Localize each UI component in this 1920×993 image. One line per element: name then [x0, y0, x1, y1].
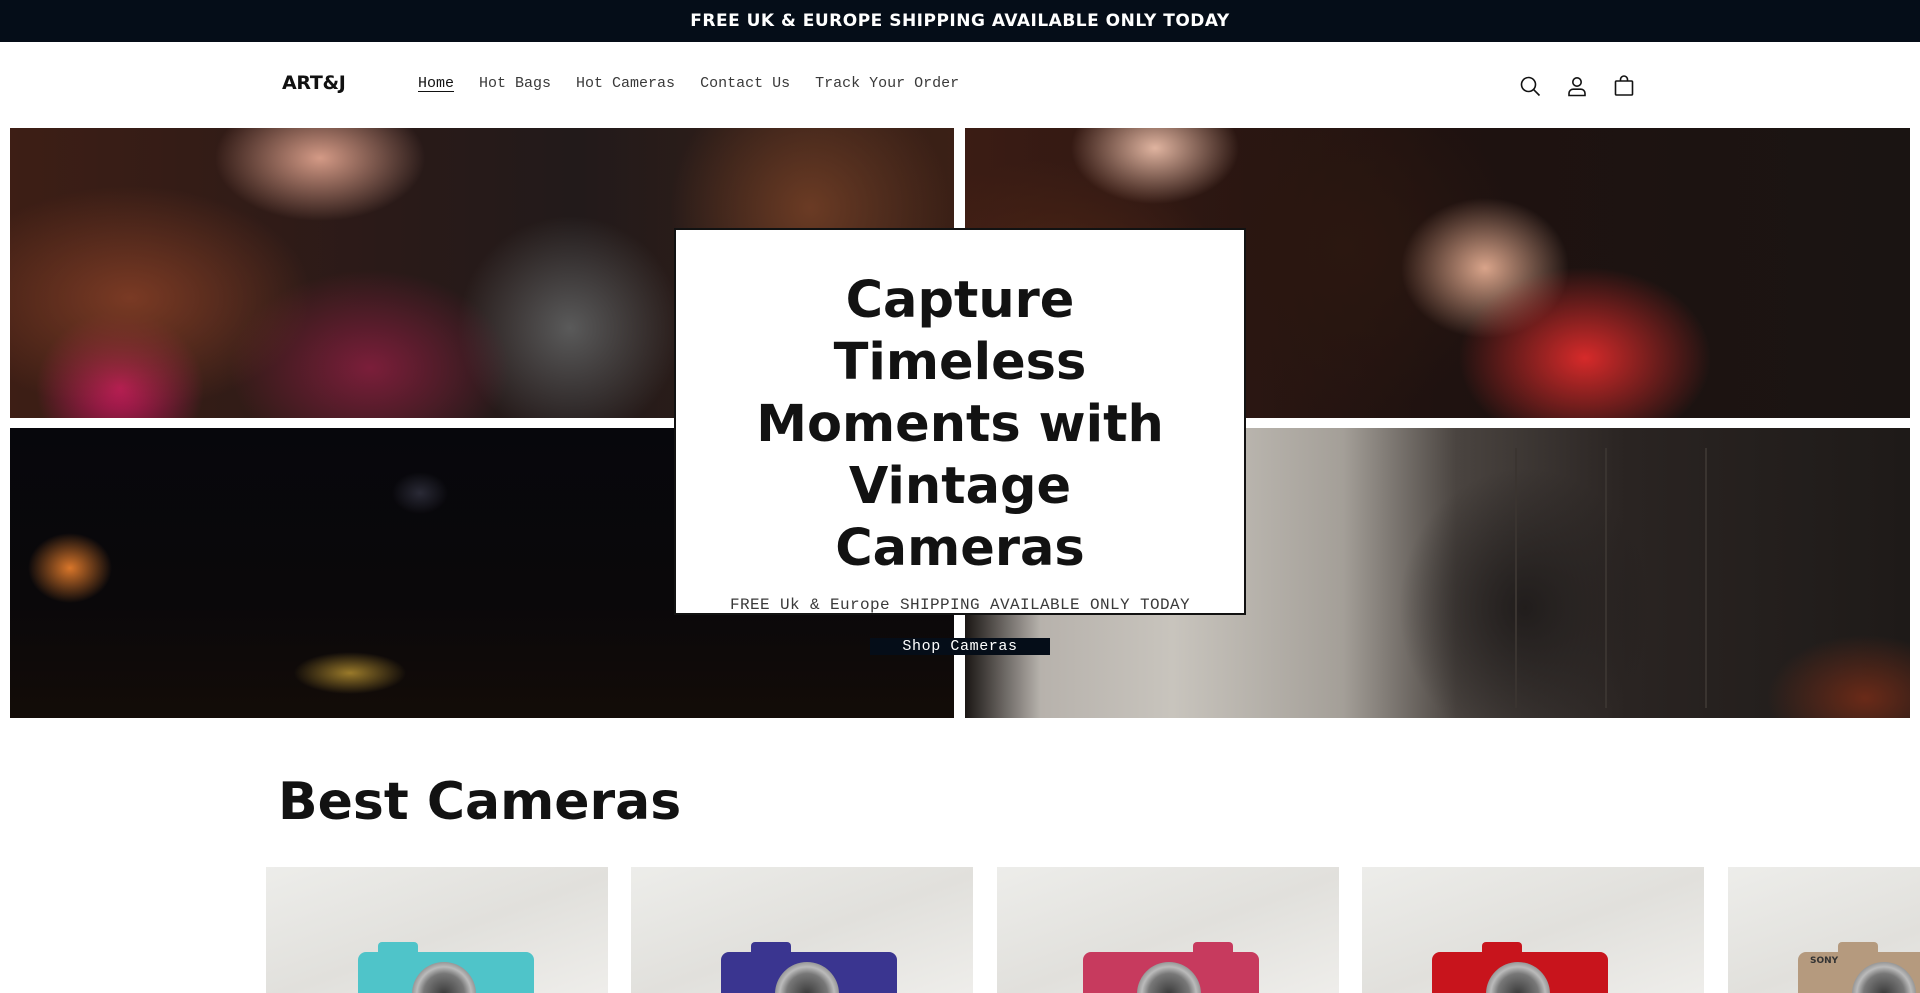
account-icon[interactable] [1563, 72, 1591, 100]
cart-icon[interactable] [1610, 72, 1638, 100]
main-nav: Home Hot Bags Hot Cameras Contact Us Tra… [418, 75, 984, 92]
product-card[interactable] [997, 867, 1339, 993]
announcement-bar: FREE UK & EUROPE SHIPPING AVAILABLE ONLY… [0, 0, 1920, 42]
hero-subtitle: FREE Uk & Europe SHIPPING AVAILABLE ONLY… [729, 596, 1191, 614]
camera-lens [775, 962, 839, 993]
product-card[interactable] [266, 867, 608, 993]
announcement-text: FREE UK & EUROPE SHIPPING AVAILABLE ONLY… [690, 11, 1230, 31]
camera-lens [1852, 962, 1916, 993]
hero-card: Capture Timeless Moments with Vintage Ca… [674, 228, 1246, 655]
nav-home[interactable]: Home [418, 75, 454, 92]
nav-hot-bags[interactable]: Hot Bags [479, 75, 551, 92]
camera-flash [378, 942, 418, 954]
site-header: ART&J Home Hot Bags Hot Cameras Contact … [0, 42, 1920, 128]
camera-image [721, 942, 897, 993]
window-frame [1705, 448, 1707, 708]
header-icons [1516, 72, 1638, 100]
camera-image [358, 942, 534, 993]
product-card[interactable] [1362, 867, 1704, 993]
window-frame [1605, 448, 1607, 708]
camera-flash [1838, 942, 1878, 954]
nav-track-your-order[interactable]: Track Your Order [815, 75, 959, 92]
camera-image [1432, 942, 1608, 993]
camera-flash [1193, 942, 1233, 954]
camera-flash [1482, 942, 1522, 954]
window-frame [1515, 448, 1517, 708]
search-icon[interactable] [1516, 72, 1544, 100]
camera-brand-label: SONY [1810, 956, 1839, 966]
camera-lens [1137, 962, 1201, 993]
camera-image [1083, 942, 1259, 993]
camera-lens [1486, 962, 1550, 993]
shop-cameras-button[interactable]: Shop Cameras [870, 638, 1050, 655]
camera-lens [412, 962, 476, 993]
section-title: Best Cameras [278, 772, 682, 832]
product-card[interactable]: SONY [1728, 867, 1920, 993]
camera-image: SONY [1798, 942, 1920, 993]
product-card[interactable] [631, 867, 973, 993]
product-grid: SONY [266, 867, 1920, 993]
hero-title: Capture Timeless Moments with Vintage Ca… [756, 271, 1164, 578]
logo[interactable]: ART&J [282, 72, 346, 94]
nav-hot-cameras[interactable]: Hot Cameras [576, 75, 675, 92]
nav-contact-us[interactable]: Contact Us [700, 75, 790, 92]
camera-flash [751, 942, 791, 954]
